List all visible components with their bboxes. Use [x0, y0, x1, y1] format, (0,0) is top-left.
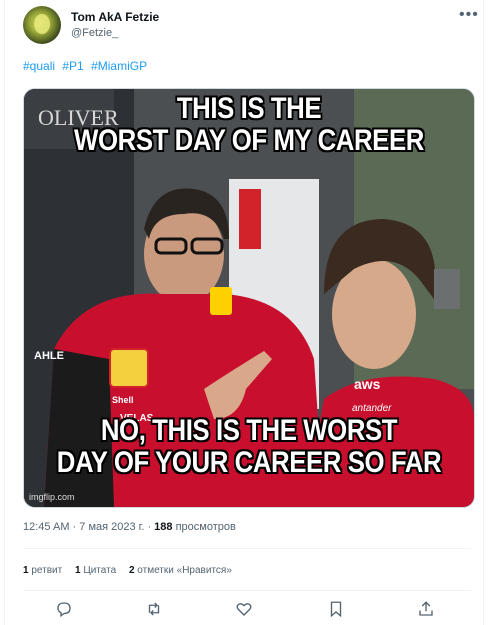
divider: [23, 590, 471, 591]
views-label: просмотров: [175, 521, 236, 533]
svg-text:Shell: Shell: [112, 395, 134, 405]
retweet-icon[interactable]: [145, 600, 167, 622]
tweet-stats: 1 ретвит 1 Цитата 2 отметки «Нравится»: [23, 565, 242, 576]
hashtags: #quali #P1 #MiamiGP: [23, 59, 151, 73]
meme-image[interactable]: OLIVER Shell VELAS AHLE aws antander THI…: [23, 88, 475, 508]
hashtag-link[interactable]: #MiamiGP: [91, 59, 147, 73]
more-icon[interactable]: •••: [459, 6, 479, 24]
hashtag-link[interactable]: #quali: [23, 59, 55, 73]
divider: [23, 548, 471, 549]
action-bar: [5, 600, 483, 624]
likes-stat[interactable]: 2 отметки «Нравится»: [129, 565, 232, 576]
avatar[interactable]: [23, 6, 61, 44]
quotes-stat[interactable]: 1 Цитата: [75, 565, 116, 576]
author-handle[interactable]: @Fetzie_: [71, 27, 118, 39]
reply-icon[interactable]: [55, 600, 77, 622]
tweet-time[interactable]: 12:45 AM: [23, 521, 69, 533]
svg-text:AHLE: AHLE: [34, 350, 64, 362]
like-icon[interactable]: [235, 600, 257, 622]
top-caption: THIS IS THE WORST DAY OF MY CAREER: [74, 92, 424, 157]
tweet-meta: 12:45 AM · 7 мая 2023 г. · 188 просмотро…: [23, 521, 236, 533]
views-count: 188: [154, 521, 173, 533]
svg-text:antander: antander: [352, 403, 392, 414]
tweet-card: Tom AkA Fetzie @Fetzie_ ••• #quali #P1 #…: [4, 0, 484, 625]
bookmark-icon[interactable]: [327, 600, 349, 622]
watermark: imgflip.com: [29, 492, 75, 502]
bottom-caption: NO, THIS IS THE WORST DAY OF YOUR CAREER…: [56, 414, 442, 479]
share-icon[interactable]: [417, 600, 439, 622]
hashtag-link[interactable]: #P1: [62, 59, 83, 73]
svg-text:aws: aws: [354, 376, 381, 392]
author-name[interactable]: Tom AkA Fetzie: [71, 10, 159, 24]
retweets-stat[interactable]: 1 ретвит: [23, 565, 62, 576]
tweet-date[interactable]: 7 мая 2023 г.: [79, 521, 144, 533]
